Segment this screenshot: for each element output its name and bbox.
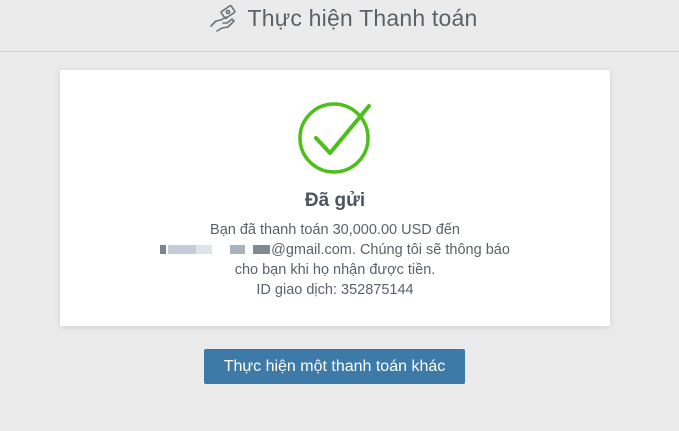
transaction-id: ID giao dịch: 352875144: [256, 282, 414, 298]
status-title: Đã gửi: [304, 190, 366, 211]
recipient-email-suffix: @gmail.com. Chúng tôi sẽ thông báo: [271, 242, 510, 258]
page-header: Thực hiện Thanh toán: [0, 0, 679, 52]
page-title: Thực hiện Thanh toán: [247, 5, 478, 31]
header-title-group: Thực hiện Thanh toán: [208, 4, 478, 34]
payment-amount-text: Bạn đã thanh toán 30,000.00 USD đến: [210, 222, 460, 238]
confirmation-message: Bạn đã thanh toán 30,000.00 USD đến @gma…: [60, 220, 610, 300]
redacted-email: [160, 243, 271, 255]
success-check-icon: [298, 102, 371, 174]
recipient-line: @gmail.com. Chúng tôi sẽ thông báo: [60, 240, 610, 260]
notification-text: cho bạn khi họ nhận được tiền.: [234, 262, 436, 278]
confirmation-card: Đã gửi Bạn đã thanh toán 30,000.00 USD đ…: [60, 70, 610, 326]
payment-hand-icon: [209, 4, 236, 32]
make-another-payment-button[interactable]: Thực hiện một thanh toán khác: [204, 349, 465, 384]
